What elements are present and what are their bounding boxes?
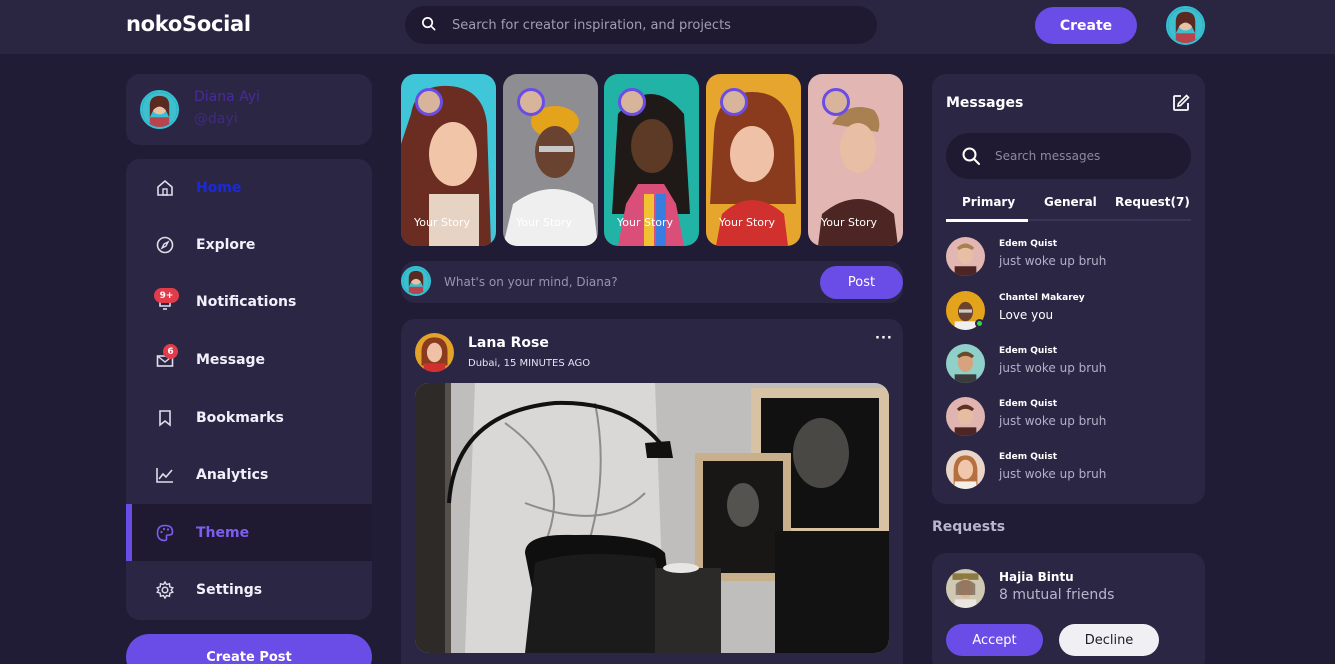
story-card[interactable]: Your Story — [604, 74, 699, 246]
search-icon — [961, 146, 981, 170]
app-logo[interactable]: nokoSocial — [126, 12, 251, 36]
mutual-friends: 8 mutual friends — [999, 587, 1115, 603]
messages-title: Messages — [946, 95, 1024, 111]
contact-name: Edem Quist — [999, 452, 1058, 462]
message-preview: just woke up bruh — [999, 254, 1107, 268]
search-bar[interactable]: Search for creator inspiration, and proj… — [405, 6, 877, 44]
post-author-name[interactable]: Lana Rose — [468, 335, 549, 351]
message-preview: just woke up bruh — [999, 467, 1107, 481]
accept-button[interactable]: Accept — [946, 624, 1043, 656]
post-author-avatar[interactable] — [415, 333, 454, 372]
sidebar-item-label: Settings — [196, 581, 263, 598]
profile-name: Diana Ayi — [194, 89, 260, 105]
home-icon — [155, 178, 175, 198]
composer-input[interactable]: What's on your mind, Diana? — [444, 275, 618, 289]
sidebar-item-label: Message — [196, 351, 266, 368]
post-image[interactable] — [415, 383, 889, 653]
story-card[interactable]: Your Story — [503, 74, 598, 246]
gear-icon — [155, 580, 175, 600]
search-icon — [421, 16, 436, 35]
message-row[interactable]: Edem Quist just woke up bruh — [946, 397, 1191, 441]
contact-avatar — [946, 344, 985, 383]
profile-card[interactable]: Diana Ayi @dayi — [126, 74, 372, 145]
story-card[interactable]: Your Story — [401, 74, 496, 246]
online-indicator — [975, 319, 984, 328]
sidebar-item-label: Notifications — [196, 293, 297, 310]
story-label: Your Story — [617, 216, 674, 229]
sidebar-item-notifications[interactable]: 9+ Notifications — [126, 273, 372, 330]
message-row[interactable]: Edem Quist just woke up bruh — [946, 450, 1191, 494]
story-label: Your Story — [516, 216, 573, 229]
search-input[interactable]: Search for creator inspiration, and proj… — [452, 18, 731, 33]
message-preview: just woke up bruh — [999, 414, 1107, 428]
sidebar-nav: Home Explore 9+ Notifications 6 Message … — [126, 159, 372, 620]
contact-avatar — [946, 450, 985, 489]
sidebar-item-analytics[interactable]: Analytics — [126, 446, 372, 503]
user-avatar[interactable] — [1166, 6, 1205, 45]
contact-name: Edem Quist — [999, 399, 1058, 409]
palette-icon — [155, 523, 175, 543]
sidebar-item-label: Home — [196, 179, 242, 196]
contact-avatar — [946, 237, 985, 276]
story-avatar — [618, 88, 646, 116]
tab-primary[interactable]: Primary — [962, 195, 1015, 209]
message-badge: 6 — [163, 344, 178, 359]
active-indicator — [126, 504, 132, 561]
more-options-icon[interactable]: ··· — [875, 331, 893, 346]
story-label: Your Story — [821, 216, 878, 229]
message-preview: just woke up bruh — [999, 361, 1107, 375]
notification-badge: 9+ — [154, 288, 179, 303]
story-label: Your Story — [719, 216, 776, 229]
sidebar-item-label: Theme — [196, 524, 250, 541]
contact-name: Chantel Makarey — [999, 293, 1085, 303]
chart-line-icon — [155, 465, 175, 485]
story-avatar — [720, 88, 748, 116]
story-avatar — [822, 88, 850, 116]
message-row[interactable]: Edem Quist just woke up bruh — [946, 344, 1191, 388]
contact-avatar — [946, 397, 985, 436]
profile-handle: @dayi — [194, 111, 238, 127]
sidebar-item-explore[interactable]: Explore — [126, 216, 372, 273]
sidebar-item-theme[interactable]: Theme — [126, 504, 372, 561]
active-tab-indicator — [946, 219, 1028, 222]
feed-post: Lana Rose Dubai, 15 MINUTES AGO ··· — [401, 319, 903, 664]
edit-icon[interactable] — [1171, 93, 1191, 117]
requester-avatar[interactable] — [946, 569, 985, 608]
contact-name: Edem Quist — [999, 346, 1058, 356]
post-button[interactable]: Post — [820, 266, 903, 299]
sidebar-item-bookmarks[interactable]: Bookmarks — [126, 389, 372, 446]
top-bar: nokoSocial Search for creator inspiratio… — [0, 0, 1335, 54]
message-row[interactable]: Chantel Makarey Love you — [946, 291, 1191, 335]
sidebar-item-message[interactable]: 6 Message — [126, 331, 372, 388]
sidebar-item-label: Explore — [196, 236, 256, 253]
story-avatar — [517, 88, 545, 116]
friend-request-card: Hajia Bintu 8 mutual friends Accept Decl… — [932, 553, 1205, 664]
sidebar-item-settings[interactable]: Settings — [126, 561, 372, 618]
sidebar-item-label: Bookmarks — [196, 409, 284, 426]
requester-name[interactable]: Hajia Bintu — [999, 570, 1074, 584]
story-label: Your Story — [414, 216, 471, 229]
post-meta: Dubai, 15 MINUTES AGO — [468, 358, 591, 369]
requests-title: Requests — [932, 519, 1006, 535]
profile-avatar — [140, 90, 179, 129]
tab-request[interactable]: Request(7) — [1115, 195, 1190, 209]
composer-avatar — [401, 266, 431, 296]
create-button[interactable]: Create — [1035, 7, 1137, 44]
bookmark-icon — [155, 408, 175, 428]
message-search-input[interactable]: Search messages — [995, 149, 1100, 163]
sidebar-item-label: Analytics — [196, 466, 269, 483]
story-card[interactable]: Your Story — [808, 74, 903, 246]
story-avatar — [415, 88, 443, 116]
messages-panel: Messages Search messages Primary General… — [932, 74, 1205, 504]
create-post-button[interactable]: Create Post — [126, 634, 372, 664]
story-card[interactable]: Your Story — [706, 74, 801, 246]
message-search-bar[interactable]: Search messages — [946, 133, 1191, 179]
contact-name: Edem Quist — [999, 239, 1058, 249]
tab-general[interactable]: General — [1044, 195, 1097, 209]
compass-icon — [155, 235, 175, 255]
message-preview: Love you — [999, 308, 1054, 322]
sidebar-item-home[interactable]: Home — [126, 159, 372, 216]
decline-button[interactable]: Decline — [1059, 624, 1159, 656]
message-row[interactable]: Edem Quist just woke up bruh — [946, 237, 1191, 281]
